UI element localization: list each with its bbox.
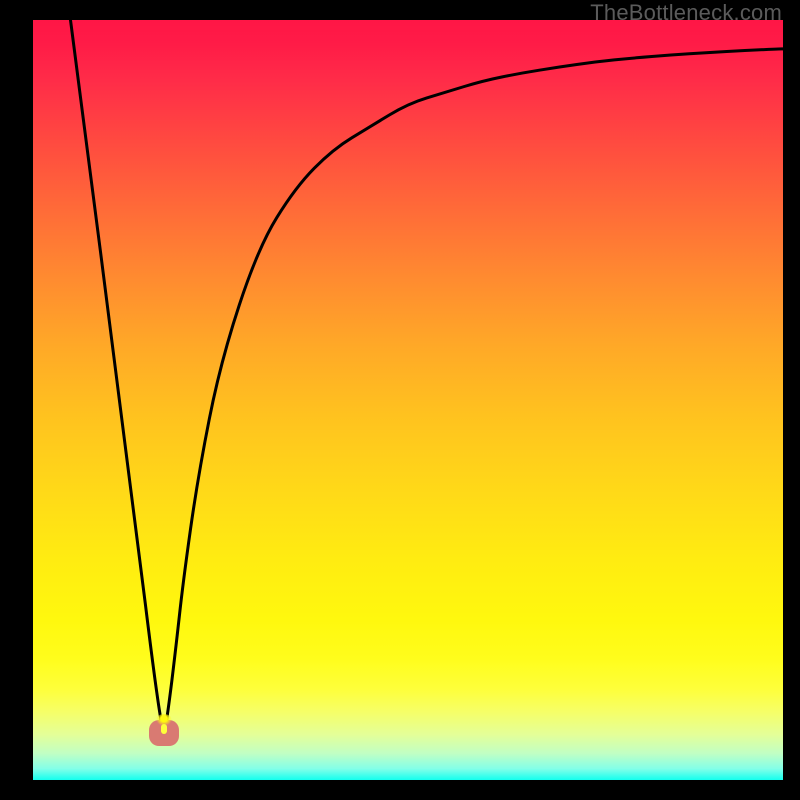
- watermark-text: TheBottleneck.com: [590, 0, 782, 26]
- bottleneck-curve: [33, 20, 783, 780]
- optimal-marker: [149, 720, 179, 746]
- chart-frame: TheBottleneck.com: [0, 0, 800, 800]
- plot-area: [33, 20, 783, 780]
